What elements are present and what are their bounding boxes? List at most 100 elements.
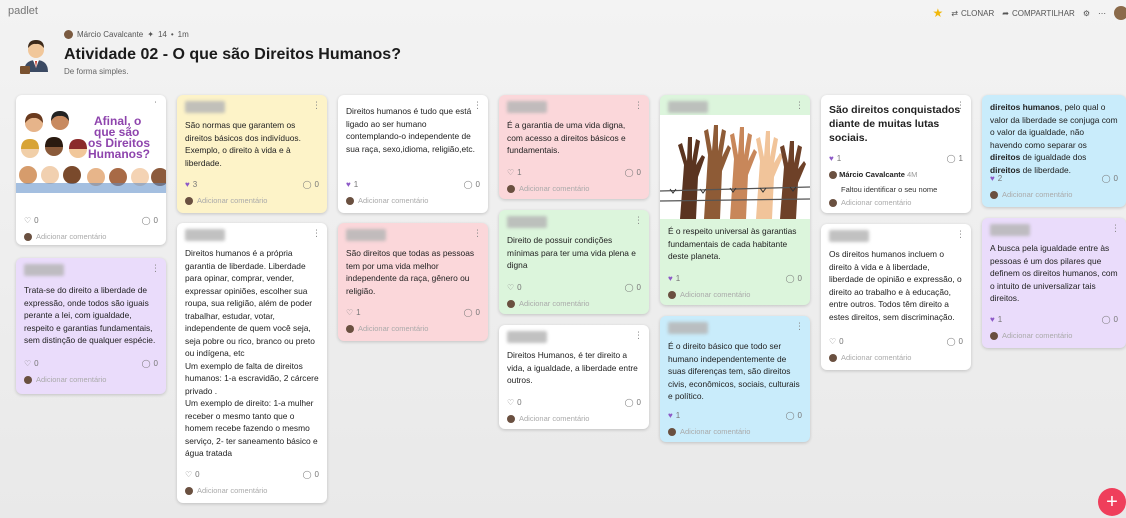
add-comment-input[interactable]: Adicionar comentário <box>24 374 158 386</box>
comment-count[interactable]: ◯ 0 <box>625 167 641 180</box>
add-comment-input[interactable]: Adicionar comentário <box>829 352 963 364</box>
post-menu-icon[interactable]: ⋮ <box>151 262 160 275</box>
add-comment-input[interactable]: Adicionar comentário <box>24 231 158 243</box>
post-card[interactable]: ⋮ São direitos que todas as pessoas tem … <box>338 223 488 341</box>
post-reactions: ♥ 1 ◯ 0 <box>346 179 480 193</box>
comment-count[interactable]: ◯ 0 <box>625 397 641 410</box>
comment-count[interactable]: ◯ 0 <box>142 358 158 371</box>
post-card[interactable]: ⋮ Trata-se do direito a liberdade de exp… <box>16 258 166 394</box>
post-card[interactable]: ⋮ É a garantia de uma vida digna, com ac… <box>499 95 649 199</box>
add-comment-input[interactable]: Adicionar comentário <box>507 183 641 195</box>
comment-count[interactable]: ◯ 0 <box>1102 314 1118 327</box>
comment-count[interactable]: ◯ 0 <box>786 410 802 423</box>
like-button[interactable]: ♥ 1 <box>668 273 680 286</box>
post-menu-icon[interactable]: ⋮ <box>956 228 965 241</box>
like-button[interactable]: ♡ 0 <box>24 215 39 228</box>
post-reactions: ♥ 1 ◯ 1 <box>829 153 963 167</box>
like-button[interactable]: ♥ 2 <box>990 173 1002 186</box>
post-menu-icon[interactable]: ⋮ <box>634 329 643 342</box>
post-card[interactable]: ⋮ Direitos humanos é a própria garantia … <box>177 223 327 503</box>
comment-icon: ◯ <box>785 411 795 420</box>
comment-icon: ◯ <box>624 168 634 177</box>
add-comment-input[interactable]: Adicionar comentário <box>990 189 1118 201</box>
post-card[interactable]: ⋮ Os direitos humanos incluem o direito … <box>821 224 971 370</box>
post-menu-icon[interactable]: ⋮ <box>312 227 321 240</box>
post-card[interactable]: ⋮ Direito de possuir condições mínimas p… <box>499 210 649 314</box>
heart-outline-icon: ♡ <box>829 337 837 346</box>
add-post-button[interactable]: + <box>1098 488 1126 516</box>
post-menu-icon[interactable]: ⋮ <box>795 320 804 333</box>
like-button[interactable]: ♥ 3 <box>185 179 197 192</box>
post-card[interactable]: ⋮ Direitos Humanos, é ter direito a vida… <box>499 325 649 429</box>
add-comment-input[interactable]: Adicionar comentário <box>185 195 319 207</box>
post-card[interactable]: ⋮ É o respeito universal às garantias fu… <box>660 95 810 305</box>
add-comment-input[interactable]: Adicionar comentário <box>668 289 802 301</box>
comment-count[interactable]: ◯ 0 <box>786 273 802 286</box>
comment-count[interactable]: ◯ 0 <box>464 179 480 192</box>
add-comment-input[interactable]: Adicionar comentário <box>346 323 480 335</box>
post-reactions: ♡ 0 ◯ 0 <box>829 336 963 350</box>
more-icon[interactable]: ⋯ <box>1098 9 1106 18</box>
post-reactions: ♡ 0 ◯ 0 <box>24 358 158 372</box>
add-comment-input[interactable]: Adicionar comentário <box>990 330 1118 342</box>
heart-outline-icon: ♡ <box>507 398 515 407</box>
post-menu-icon[interactable]: ⋮ <box>473 227 482 240</box>
add-comment-input[interactable]: Adicionar comentário <box>346 195 480 207</box>
add-comment-input[interactable]: Adicionar comentário <box>507 298 641 310</box>
like-button[interactable]: ♡ 1 <box>346 307 361 320</box>
post-menu-icon[interactable]: ⋮ <box>634 214 643 227</box>
post-card[interactable]: ⋮ São normas que garantem os direitos bá… <box>177 95 327 213</box>
post-text: Direitos Humanos, é ter direito a vida, … <box>507 350 638 385</box>
comment-count[interactable]: ◯ 0 <box>1102 173 1118 186</box>
post-menu-icon[interactable]: ⋮ <box>795 99 804 112</box>
like-button[interactable]: ♡ 0 <box>829 336 844 349</box>
add-comment-input[interactable]: Adicionar comentário <box>668 426 802 438</box>
avatar <box>668 428 676 436</box>
star-icon[interactable]: ★ <box>932 6 943 20</box>
post-menu-icon[interactable]: ⋮ <box>634 99 643 112</box>
comment-count[interactable]: ◯ 0 <box>464 307 480 320</box>
like-button[interactable]: ♡ 0 <box>185 469 200 482</box>
heart-outline-icon: ♡ <box>185 470 193 479</box>
share-button[interactable]: ➦ COMPARTILHAR <box>1002 9 1075 18</box>
post-text: É a garantia de uma vida digna, com aces… <box>507 120 626 155</box>
post-text: Direitos humanos é a própria garantia de… <box>185 248 319 458</box>
comment-count[interactable]: ◯ 1 <box>947 153 963 166</box>
clone-button[interactable]: ⇄ CLONAR <box>951 9 994 18</box>
gear-icon[interactable]: ⚙ <box>1083 9 1090 18</box>
like-button[interactable]: ♡ 0 <box>24 358 39 371</box>
post-card[interactable]: ⋮ São direitos conquistados diante de mu… <box>821 95 971 213</box>
brand-logo[interactable]: padlet <box>8 5 38 17</box>
comment-icon: ◯ <box>302 470 312 479</box>
like-button[interactable]: ♥ 1 <box>990 314 1002 327</box>
like-button[interactable]: ♥ 1 <box>668 410 680 423</box>
post-card[interactable]: direitos humanos, pelo qual o valor da l… <box>982 95 1126 207</box>
comment-count[interactable]: ◯ 0 <box>142 215 158 228</box>
post-menu-icon[interactable]: ⋮ <box>1111 222 1120 235</box>
post-card[interactable]: ⋮ É o direito básico que todo ser humano… <box>660 316 810 442</box>
post-text: direitos humanos, pelo qual o valor da l… <box>990 102 1118 175</box>
post-reactions: ♥ 1 ◯ 0 <box>668 410 802 424</box>
user-avatar[interactable] <box>1114 6 1126 20</box>
add-comment-input[interactable]: Adicionar comentário <box>185 485 319 497</box>
svg-text:Humanos?: Humanos? <box>88 147 150 161</box>
comment-count[interactable]: ◯ 0 <box>625 282 641 295</box>
like-button[interactable]: ♡ 0 <box>507 397 522 410</box>
like-button[interactable]: ♥ 1 <box>346 179 358 192</box>
post-menu-icon[interactable]: ⋮ <box>312 99 321 112</box>
post-author-name <box>668 322 708 334</box>
comment-count[interactable]: ◯ 0 <box>303 469 319 482</box>
post-card[interactable]: ⋮ A busca pela igualdade entre às pessoa… <box>982 218 1126 348</box>
star-small-icon: ✦ <box>147 30 154 39</box>
comment-icon: ◯ <box>785 274 795 283</box>
comment-count[interactable]: ◯ 0 <box>947 336 963 349</box>
comment-count[interactable]: ◯ 0 <box>303 179 319 192</box>
add-comment-input[interactable]: Adicionar comentário <box>507 413 641 425</box>
post-image <box>660 115 810 219</box>
post-card[interactable]: ⋮ Afinal, o que são os Direitos Humanos?… <box>16 95 166 245</box>
like-button[interactable]: ♡ 1 <box>507 167 522 180</box>
add-comment-input[interactable]: Adicionar comentário <box>829 197 963 209</box>
post-card[interactable]: ⋮ Direitos humanos é tudo que está ligad… <box>338 95 488 213</box>
like-button[interactable]: ♥ 1 <box>829 153 841 166</box>
like-button[interactable]: ♡ 0 <box>507 282 522 295</box>
